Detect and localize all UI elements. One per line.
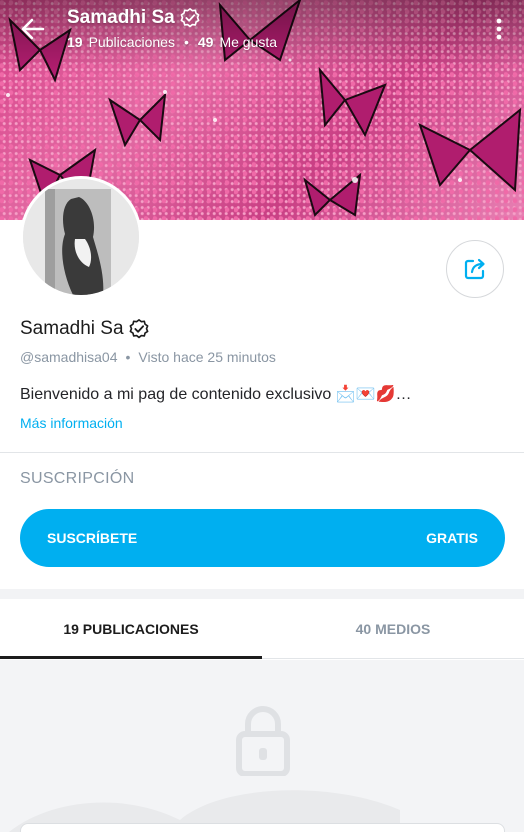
- verified-badge-icon: [180, 8, 200, 28]
- subscription-heading: SUSCRIPCIÓN: [20, 470, 135, 487]
- header-title: Samadhi Sa: [67, 7, 201, 29]
- post-card-preview: [20, 823, 505, 832]
- back-button[interactable]: [18, 14, 48, 44]
- share-icon: [464, 258, 485, 280]
- posts-label: Publicaciones: [88, 34, 175, 50]
- subscribe-label: SUSCRÍBETE: [47, 530, 138, 546]
- likes-count: 49: [197, 34, 214, 50]
- content-tabs: 19 PUBLICACIONES 40 MEDIOS: [0, 599, 524, 659]
- profile-meta: @samadhisa04 • Visto hace 25 minutos: [20, 349, 276, 365]
- header-stats: 19 Publicaciones • 49 Me gusta: [67, 34, 277, 50]
- avatar[interactable]: [20, 176, 142, 298]
- locked-content-area: [0, 660, 524, 832]
- lock-icon: [236, 706, 290, 776]
- more-vertical-icon: [496, 18, 502, 40]
- profile-handle: @samadhisa04: [20, 349, 118, 365]
- more-info-link[interactable]: Más información: [20, 415, 123, 431]
- more-options-button[interactable]: [490, 16, 508, 42]
- posts-count: 19: [67, 34, 83, 50]
- tab-posts[interactable]: 19 PUBLICACIONES: [0, 599, 262, 659]
- tab-media[interactable]: 40 MEDIOS: [262, 599, 524, 658]
- subscribe-button[interactable]: SUSCRÍBETE GRATIS: [20, 509, 505, 567]
- profile-name: Samadhi Sa: [20, 318, 124, 339]
- verified-badge-icon: [129, 319, 148, 339]
- share-button[interactable]: [446, 240, 504, 298]
- top-bar: Samadhi Sa 19 Publicaciones • 49 Me gust…: [0, 0, 524, 60]
- section-separator: [0, 589, 524, 599]
- avatar-photo: [23, 179, 139, 295]
- meta-separator: •: [125, 349, 131, 365]
- last-seen: Visto hace 25 minutos: [138, 349, 276, 365]
- likes-label: Me gusta: [219, 34, 278, 50]
- arrow-left-icon: [21, 18, 45, 40]
- divider: [0, 452, 524, 453]
- stats-separator: •: [183, 34, 189, 50]
- profile-name-row: Samadhi Sa: [20, 318, 150, 340]
- subscribe-price: GRATIS: [426, 530, 478, 546]
- profile-bio: Bienvenido a mi pag de contenido exclusi…: [20, 386, 412, 403]
- header-name: Samadhi Sa: [67, 7, 175, 28]
